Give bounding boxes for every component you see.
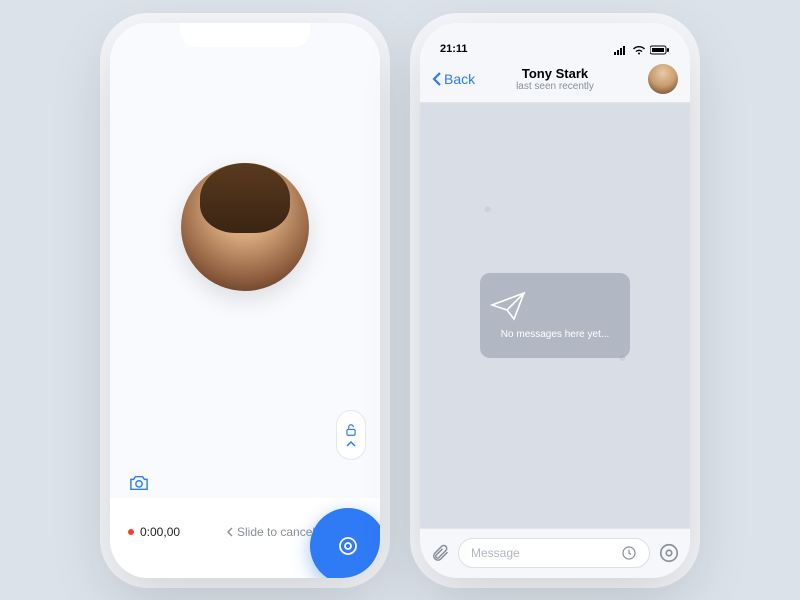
header-title-block[interactable]: Tony Stark last seen recently	[516, 66, 594, 92]
chat-input-bar: Message	[420, 528, 690, 578]
recording-screen: 0:00,00 Slide to cancel	[110, 23, 380, 578]
camera-flip-button[interactable]	[128, 474, 150, 492]
chat-header: Back Tony Stark last seen recently	[420, 57, 690, 103]
back-button[interactable]: Back	[432, 71, 475, 87]
phone-notch	[490, 23, 620, 47]
lock-slide-pill[interactable]	[336, 410, 366, 460]
wifi-icon	[632, 45, 646, 55]
chevron-left-icon	[227, 527, 233, 537]
video-record-icon	[336, 534, 360, 558]
attach-icon[interactable]	[430, 543, 450, 563]
message-input[interactable]: Message	[458, 538, 650, 568]
contact-name: Tony Stark	[516, 66, 594, 81]
chevron-up-icon	[346, 441, 356, 447]
recording-dot-icon	[128, 529, 134, 535]
contact-status: last seen recently	[516, 81, 594, 92]
battery-icon	[650, 45, 670, 55]
avatar[interactable]	[648, 64, 678, 94]
chat-body[interactable]: No messages here yet...	[420, 103, 690, 528]
recording-bar: 0:00,00 Slide to cancel	[110, 498, 380, 578]
phone-chat: 21:11 Back Tony Stark	[420, 23, 690, 578]
timer-icon[interactable]	[621, 545, 637, 561]
message-placeholder: Message	[471, 546, 520, 560]
signal-icon	[614, 45, 628, 55]
recording-timer: 0:00,00	[140, 525, 180, 539]
empty-state-box: No messages here yet...	[480, 273, 630, 358]
chat-screen: 21:11 Back Tony Stark	[420, 23, 690, 578]
slide-hint-label: Slide to cancel	[237, 525, 315, 539]
back-label: Back	[444, 71, 475, 87]
video-preview-circle	[181, 163, 309, 291]
phone-notch	[180, 23, 310, 47]
record-send-button[interactable]	[310, 508, 380, 578]
paper-plane-icon	[490, 291, 620, 321]
chevron-left-icon	[432, 71, 442, 87]
status-icons	[614, 45, 670, 55]
status-time: 21:11	[440, 43, 468, 55]
lock-open-icon	[344, 423, 358, 437]
video-message-icon[interactable]	[658, 542, 680, 564]
phone-recording: 0:00,00 Slide to cancel	[110, 23, 380, 578]
empty-state-text: No messages here yet...	[490, 329, 620, 340]
